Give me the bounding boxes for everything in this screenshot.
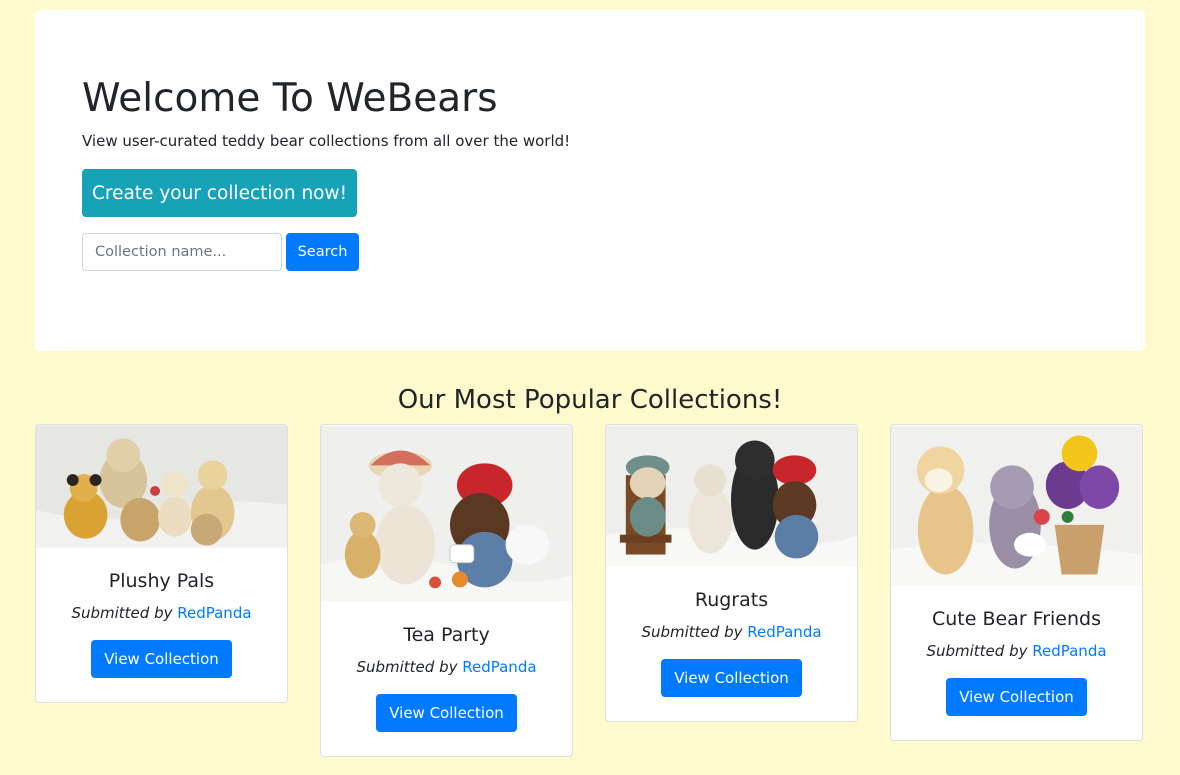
- create-collection-button[interactable]: Create your collection now!: [82, 169, 357, 217]
- hero-subtitle: View user-curated teddy bear collections…: [82, 132, 571, 150]
- page-title: Welcome To WeBears: [82, 76, 498, 121]
- collection-card: Plushy Pals Submitted by RedPanda View C…: [35, 424, 288, 703]
- card-submitted: Submitted by RedPanda: [891, 641, 1142, 661]
- card-title: Cute Bear Friends: [931, 608, 1102, 630]
- collection-card: Rugrats Submitted by RedPanda View Colle…: [605, 424, 858, 722]
- card-body: Plushy Pals Submitted by RedPanda View C…: [36, 548, 287, 678]
- collection-card: Cute Bear Friends Submitted by RedPanda …: [890, 424, 1143, 741]
- collection-photo: [321, 425, 572, 602]
- submitted-label: Submitted by: [641, 623, 743, 641]
- submitted-label: Submitted by: [926, 642, 1028, 660]
- view-collection-button[interactable]: View Collection: [661, 659, 802, 697]
- card-body: Tea Party Submitted by RedPanda View Col…: [321, 602, 572, 732]
- card-submitted: Submitted by RedPanda: [321, 657, 572, 677]
- card-submitted: Submitted by RedPanda: [606, 622, 857, 642]
- author-link[interactable]: RedPanda: [747, 623, 821, 641]
- view-collection-button[interactable]: View Collection: [376, 694, 517, 732]
- collection-card: Tea Party Submitted by RedPanda View Col…: [320, 424, 573, 757]
- card-title: Plushy Pals: [108, 570, 215, 592]
- collection-photo: [606, 425, 857, 567]
- card-submitted: Submitted by RedPanda: [36, 603, 287, 623]
- view-collection-button[interactable]: View Collection: [91, 640, 232, 678]
- card-body: Rugrats Submitted by RedPanda View Colle…: [606, 567, 857, 697]
- card-title: Rugrats: [694, 589, 769, 611]
- card-title: Tea Party: [403, 624, 490, 646]
- author-link[interactable]: RedPanda: [177, 604, 251, 622]
- collection-search-input[interactable]: [82, 233, 282, 271]
- author-link[interactable]: RedPanda: [1032, 642, 1106, 660]
- submitted-label: Submitted by: [356, 658, 458, 676]
- view-collection-button[interactable]: View Collection: [946, 678, 1087, 716]
- submitted-label: Submitted by: [71, 604, 173, 622]
- search-button[interactable]: Search: [286, 233, 359, 271]
- collection-photo: [36, 425, 287, 548]
- popular-collections-heading: Our Most Popular Collections!: [397, 385, 783, 415]
- card-body: Cute Bear Friends Submitted by RedPanda …: [891, 586, 1142, 716]
- author-link[interactable]: RedPanda: [462, 658, 536, 676]
- collection-photo: [891, 425, 1142, 586]
- hero-jumbotron: Welcome To WeBears View user-curated ted…: [35, 10, 1145, 351]
